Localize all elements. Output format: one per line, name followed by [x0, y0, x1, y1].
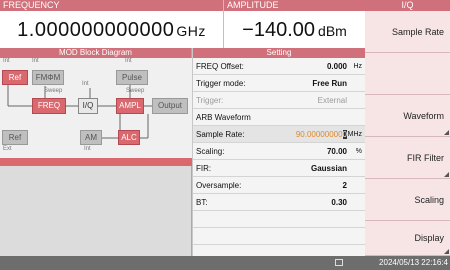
ampl-block[interactable]: AMPL	[116, 98, 144, 114]
sweep-label-ampl: Sweep	[126, 88, 145, 94]
ref-block-top[interactable]: Ref	[2, 70, 28, 85]
setting-row-sample-rate[interactable]: Sample Rate: 90.000000000 MHz	[193, 126, 365, 143]
softkey-label: Sample Rate	[391, 26, 444, 37]
setting-value: 0.000	[326, 62, 347, 71]
setting-row-empty	[193, 228, 365, 245]
iq-block[interactable]: I/Q	[78, 98, 98, 114]
setting-label: Trigger:	[196, 96, 224, 105]
softkey-label: FIR Filter	[407, 152, 444, 163]
setting-value: Free Run	[312, 79, 347, 88]
frequency-value: 1.000000000000	[17, 19, 175, 41]
sample-rate-digits: 90.00000000	[295, 130, 343, 139]
edit-cursor: 0	[342, 130, 347, 139]
pulse-block[interactable]: Pulse	[116, 70, 148, 85]
frequency-unit: GHz	[176, 23, 206, 39]
setting-label: Oversample:	[196, 181, 242, 190]
amplitude-readout[interactable]: −140.00 dBm	[224, 14, 365, 46]
setting-row-trigger: Trigger: External	[193, 92, 365, 109]
setting-row-oversample[interactable]: Oversample: 2	[193, 177, 365, 194]
int-label-fm: Int	[32, 58, 39, 64]
block-diagram: Int Int Int Ref FMΦM Pulse Sweep Int Swe…	[0, 58, 192, 158]
setting-row-bt[interactable]: BT: 0.30	[193, 194, 365, 211]
am-block[interactable]: AM	[80, 130, 102, 145]
submenu-corner-icon	[444, 172, 449, 177]
header-bar: FREQUENCY AMPLITUDE 1.000000000000 GHz −1…	[0, 0, 365, 48]
setting-value: Gaussian	[310, 164, 347, 173]
network-icon	[335, 259, 343, 266]
amplitude-value: −140.00	[242, 19, 316, 41]
int-label-iq: Int	[82, 81, 89, 87]
softkey-scaling[interactable]: Scaling	[365, 179, 450, 221]
setting-row-scaling[interactable]: Scaling: 70.00 %	[193, 143, 365, 160]
submenu-corner-icon	[444, 130, 449, 135]
settings-panel: Setting FREQ Offset: 0.000 Hz Trigger mo…	[193, 48, 365, 256]
setting-value: External	[317, 96, 347, 105]
softkey-label: Scaling	[414, 194, 444, 205]
frequency-label: FREQUENCY	[0, 0, 223, 11]
softkey-waveform[interactable]: Waveform	[365, 95, 450, 137]
softkey-label: Waveform	[403, 110, 444, 121]
softkey-display[interactable]: Display	[365, 221, 450, 256]
setting-row-arb-waveform[interactable]: ARB Waveform	[193, 109, 365, 126]
setting-row-fir[interactable]: FIR: Gaussian	[193, 160, 365, 177]
setting-label: FIR:	[196, 164, 212, 173]
timestamp: 2024/05/13 22:16:4	[379, 258, 448, 267]
amplitude-unit: dBm	[318, 23, 347, 39]
setting-label: BT:	[196, 198, 208, 207]
setting-value: 0.30	[331, 198, 347, 207]
setting-unit: Hz	[353, 63, 362, 70]
softkey-fir-filter[interactable]: FIR Filter	[365, 137, 450, 179]
setting-row-empty	[193, 211, 365, 228]
softkey-label: Display	[414, 233, 444, 243]
sweep-label-freq: Sweep	[44, 88, 63, 94]
ref-block-bottom[interactable]: Ref	[2, 130, 28, 145]
setting-label: Trigger mode:	[196, 79, 246, 88]
frequency-readout[interactable]: 1.000000000000 GHz	[0, 14, 223, 46]
ext-label: Ext	[3, 146, 12, 152]
fm-phim-block[interactable]: FMΦM	[32, 70, 64, 85]
softkey-menu-title: I/Q	[365, 0, 450, 11]
setting-unit: %	[355, 148, 362, 155]
output-block[interactable]: Output	[152, 98, 188, 114]
setting-unit: MHz	[347, 131, 362, 138]
int-label-top: Int	[3, 58, 10, 64]
int-label-pulse: Int	[125, 58, 132, 64]
setting-label: ARB Waveform	[196, 113, 251, 122]
mod-panel-title: MOD Block Diagram	[0, 48, 191, 58]
mod-panel-divider	[0, 158, 192, 166]
status-bar: 2024/05/13 22:16:4	[0, 256, 450, 270]
alc-block[interactable]: ALC	[118, 130, 140, 145]
int-label-am: Int	[84, 146, 91, 152]
amplitude-label: AMPLITUDE	[224, 0, 365, 11]
settings-title: Setting	[193, 48, 365, 58]
submenu-corner-icon	[444, 249, 449, 254]
mod-block-diagram-panel: MOD Block Diagram Int Int Int Ref FMΦM P…	[0, 48, 192, 256]
softkey-blank[interactable]	[365, 53, 450, 95]
setting-label: Scaling:	[196, 147, 225, 156]
softkey-sample-rate[interactable]: Sample Rate	[365, 11, 450, 53]
setting-label: FREQ Offset:	[196, 62, 244, 71]
setting-row-freq-offset[interactable]: FREQ Offset: 0.000 Hz	[193, 58, 365, 75]
setting-value: 2	[342, 181, 347, 190]
setting-value: 70.00	[326, 147, 347, 156]
sample-rate-value[interactable]: 90.000000000	[296, 126, 347, 143]
freq-block[interactable]: FREQ	[32, 98, 66, 114]
setting-label: Sample Rate:	[196, 130, 245, 139]
setting-row-trigger-mode[interactable]: Trigger mode: Free Run	[193, 75, 365, 92]
